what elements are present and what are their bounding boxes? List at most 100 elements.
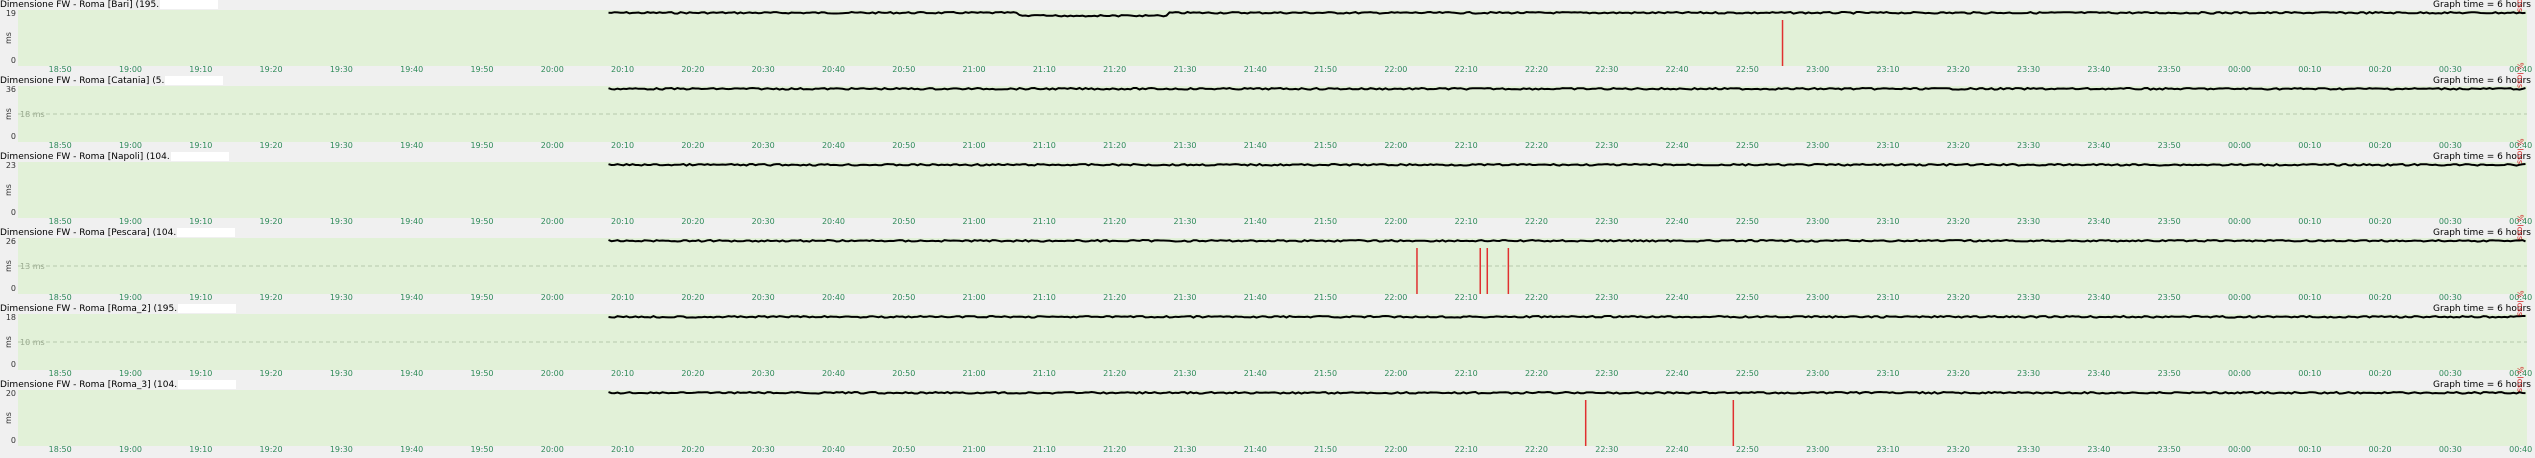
time-axis: 18:50 19:00 19:10 19:20 19:30 19:40 19:50 20:00… bbox=[18, 369, 2533, 378]
time-tick-label: 22:50 bbox=[1735, 293, 1759, 302]
time-tick-label: 19:30 bbox=[329, 369, 353, 378]
time-tick-label: 19:30 bbox=[329, 141, 353, 150]
time-tick-label: 20:20 bbox=[681, 65, 705, 74]
time-tick-label: 21:20 bbox=[1103, 141, 1127, 150]
time-tick-label: 22:50 bbox=[1735, 217, 1759, 226]
time-tick-label: 21:00 bbox=[962, 217, 986, 226]
time-tick-label: 19:10 bbox=[189, 65, 213, 74]
y-axis: 26 0 ms bbox=[0, 238, 17, 294]
time-tick-label: 19:00 bbox=[118, 217, 142, 226]
time-tick-label: 21:10 bbox=[1032, 65, 1056, 74]
time-tick-label: 20:30 bbox=[751, 293, 775, 302]
time-tick-label: 21:20 bbox=[1103, 293, 1127, 302]
time-tick-label: 20:40 bbox=[821, 141, 845, 150]
latency-series bbox=[608, 86, 2526, 91]
time-tick-label: 22:20 bbox=[1524, 445, 1548, 454]
time-tick-label: 20:10 bbox=[611, 369, 635, 378]
time-tick-label: 21:50 bbox=[1314, 217, 1338, 226]
time-tick-label: 20:40 bbox=[821, 217, 845, 226]
time-tick-label: 19:10 bbox=[189, 445, 213, 454]
latency-series bbox=[608, 314, 2526, 319]
y-axis: 23 0 ms bbox=[0, 162, 17, 218]
y-top-label: 23 bbox=[5, 161, 16, 170]
y-mid-label: 13 ms bbox=[20, 262, 45, 271]
time-tick-label: 22:00 bbox=[1384, 445, 1408, 454]
time-tick-label: 22:00 bbox=[1384, 141, 1408, 150]
time-tick-label: 19:40 bbox=[400, 65, 424, 74]
y-bottom-label: 0 bbox=[10, 56, 16, 65]
time-tick-label: 21:50 bbox=[1314, 141, 1338, 150]
time-tick-label: 21:20 bbox=[1103, 65, 1127, 74]
time-tick-label: 19:50 bbox=[470, 293, 494, 302]
time-tick-label: 23:10 bbox=[1876, 141, 1900, 150]
y-bottom-label: 0 bbox=[10, 132, 16, 141]
time-tick-label: 23:20 bbox=[1946, 293, 1970, 302]
time-tick-label: 19:20 bbox=[259, 65, 283, 74]
time-tick-label: 21:50 bbox=[1314, 65, 1338, 74]
y-unit-label: ms bbox=[4, 184, 13, 196]
time-tick-label: 20:50 bbox=[892, 445, 916, 454]
time-tick-label: 00:00 bbox=[2227, 141, 2251, 150]
panel-title: Dimensione FW - Roma [Roma_2] (195. bbox=[0, 304, 237, 314]
y-top-label: 26 bbox=[5, 237, 16, 246]
latency-chart: 10 ms bbox=[18, 314, 2527, 347]
time-tick-label: 20:30 bbox=[751, 65, 775, 74]
time-tick-label: 22:50 bbox=[1735, 65, 1759, 74]
time-tick-label: 20:10 bbox=[611, 217, 635, 226]
graph-panel: Dimensione FW - Roma [Roma_3] (104. Graph… bbox=[0, 366, 2535, 454]
loss-axis-label: % loss bbox=[2516, 214, 2525, 240]
time-tick-label: 21:50 bbox=[1314, 293, 1338, 302]
time-tick-label: 19:00 bbox=[118, 445, 142, 454]
time-tick-label: 00:00 bbox=[2227, 369, 2251, 378]
time-tick-label: 19:20 bbox=[259, 141, 283, 150]
panel-title-text: Dimensione FW - Roma [Bari] (195. bbox=[0, 0, 160, 10]
time-tick-label: 21:30 bbox=[1173, 217, 1197, 226]
time-tick-label: 23:50 bbox=[2157, 369, 2181, 378]
time-tick-label: 19:20 bbox=[259, 445, 283, 454]
time-tick-label: 20:00 bbox=[540, 65, 564, 74]
y-axis: 18 0 ms bbox=[0, 314, 17, 370]
time-tick-label: 21:10 bbox=[1032, 369, 1056, 378]
time-tick-label: 00:30 bbox=[2438, 217, 2462, 226]
panel-title-text: Dimensione FW - Roma [Pescara] (104. bbox=[0, 228, 177, 238]
time-tick-label: 19:50 bbox=[470, 65, 494, 74]
plot-area: 13 ms bbox=[18, 238, 2527, 294]
latency-chart bbox=[608, 390, 2526, 446]
time-tick-label: 20:10 bbox=[611, 65, 635, 74]
y-bottom-label: 0 bbox=[10, 436, 16, 445]
redacted-address bbox=[178, 380, 237, 389]
time-tick-label: 21:10 bbox=[1032, 141, 1056, 150]
time-tick-label: 22:30 bbox=[1595, 369, 1619, 378]
panel-title-text: Dimensione FW - Roma [Roma_3] (104. bbox=[0, 380, 178, 390]
time-tick-label: 20:20 bbox=[681, 141, 705, 150]
time-tick-label: 19:00 bbox=[118, 141, 142, 150]
time-tick-label: 21:40 bbox=[1243, 141, 1267, 150]
time-tick-label: 00:00 bbox=[2227, 65, 2251, 74]
time-tick-label: 21:00 bbox=[962, 293, 986, 302]
redacted-address bbox=[170, 152, 229, 161]
time-tick-label: 23:50 bbox=[2157, 217, 2181, 226]
time-tick-label: 00:10 bbox=[2298, 293, 2322, 302]
time-tick-label: 23:30 bbox=[2017, 293, 2041, 302]
time-tick-label: 00:30 bbox=[2438, 293, 2462, 302]
time-tick-label: 23:30 bbox=[2017, 445, 2041, 454]
y-bottom-label: 0 bbox=[10, 360, 16, 369]
time-tick-label: 22:20 bbox=[1524, 369, 1548, 378]
time-tick-label: 22:40 bbox=[1665, 293, 1689, 302]
time-tick-label: 20:20 bbox=[681, 445, 705, 454]
time-tick-label: 22:40 bbox=[1665, 445, 1689, 454]
time-tick-label: 19:50 bbox=[470, 217, 494, 226]
time-tick-label: 00:00 bbox=[2227, 293, 2251, 302]
time-tick-label: 00:10 bbox=[2298, 141, 2322, 150]
time-axis: 18:50 19:00 19:10 19:20 19:30 19:40 19:50 20:00… bbox=[18, 65, 2533, 74]
time-tick-label: 23:40 bbox=[2087, 445, 2111, 454]
y-unit-label: ms bbox=[4, 260, 13, 272]
time-tick-label: 23:20 bbox=[1946, 445, 1970, 454]
time-tick-label: 00:20 bbox=[2368, 369, 2392, 378]
time-tick-label: 21:00 bbox=[962, 65, 986, 74]
time-tick-label: 20:30 bbox=[751, 217, 775, 226]
time-tick-label: 22:30 bbox=[1595, 141, 1619, 150]
panel-title-text: Dimensione FW - Roma [Napoli] (104. bbox=[0, 152, 170, 162]
time-tick-label: 23:00 bbox=[1806, 217, 1830, 226]
time-tick-label: 18:50 bbox=[48, 65, 72, 74]
